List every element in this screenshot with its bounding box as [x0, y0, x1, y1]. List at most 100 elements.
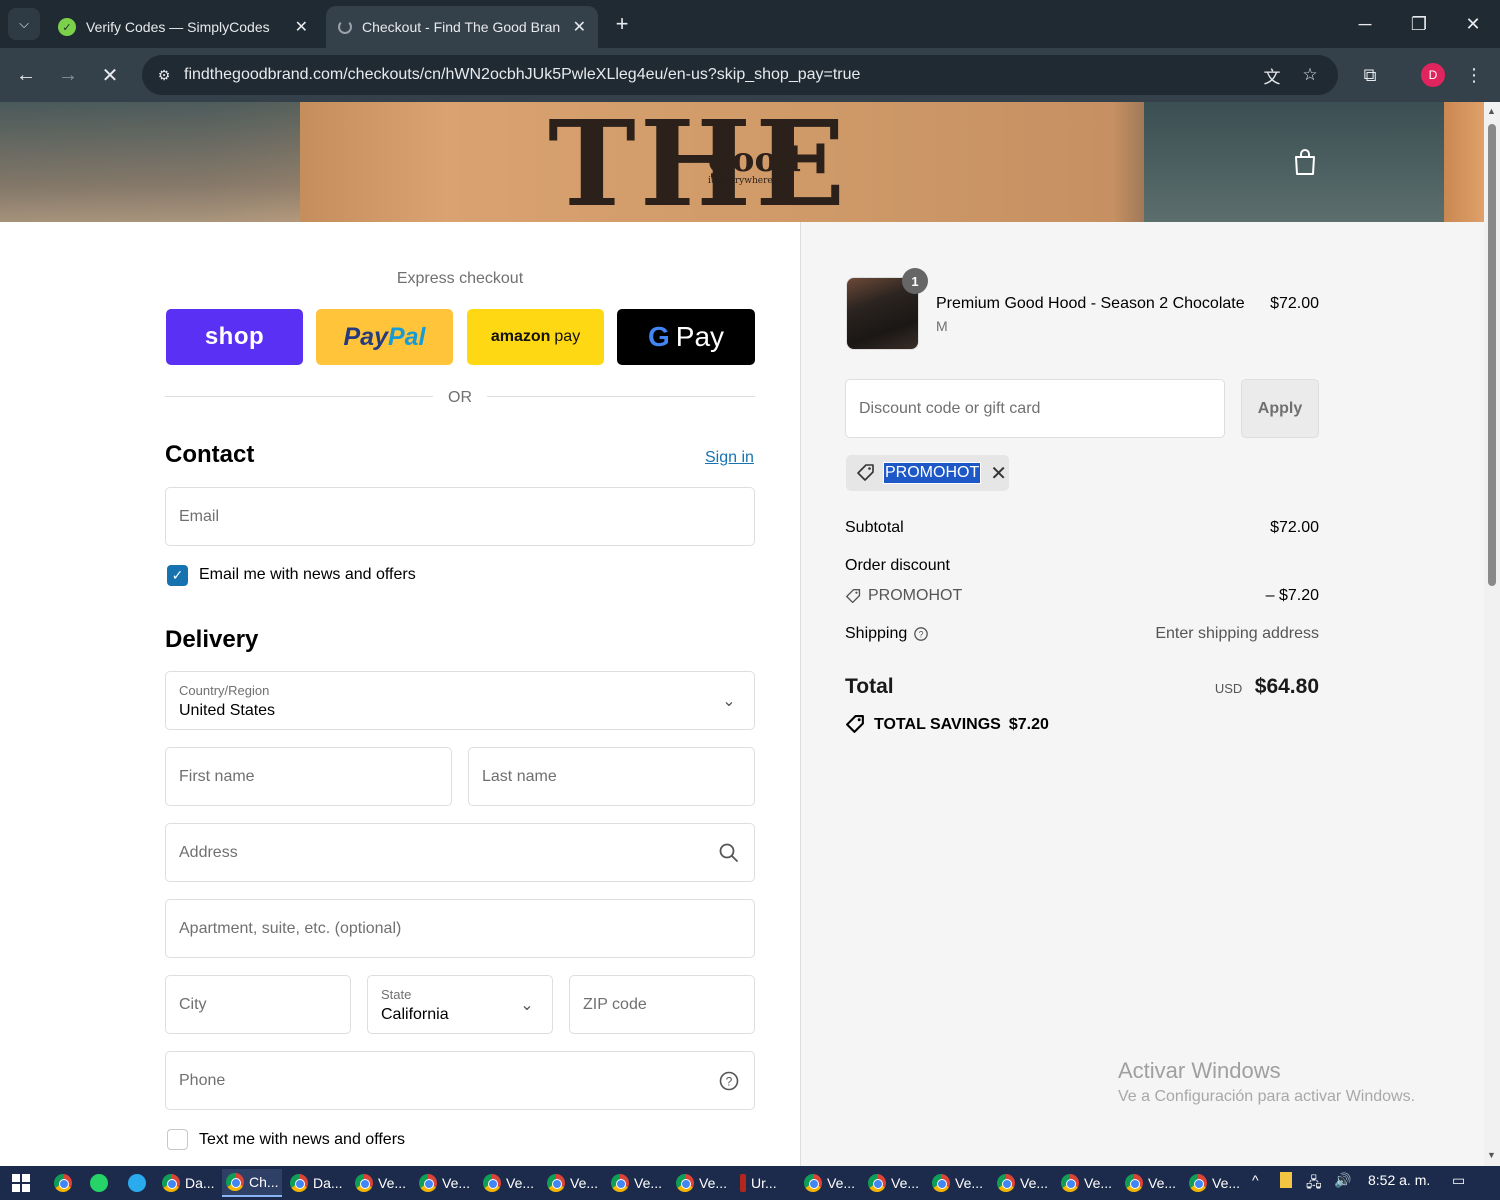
address-bar[interactable]: ⚙ findthegoodbrand.com/checkouts/cn/hWN2… — [142, 55, 1338, 95]
clock[interactable]: 8:52 a. m. — [1368, 1172, 1430, 1188]
new-tab-icon[interactable]: + — [608, 10, 636, 38]
discount-code-input[interactable]: Discount code or gift card — [845, 379, 1225, 438]
taskbar-telegram[interactable] — [124, 1169, 151, 1197]
window-close-icon[interactable]: ✕ — [1450, 8, 1496, 40]
bookmark-star-icon[interactable]: ☆ — [1298, 63, 1322, 87]
shop-pay-button[interactable]: shop — [166, 309, 303, 365]
site-settings-icon[interactable]: ⚙ — [146, 67, 182, 84]
taskbar-window[interactable]: Ve... — [479, 1169, 537, 1197]
tab-checkout[interactable]: Checkout - Find The Good Bran ✕ — [326, 6, 598, 48]
taskbar-window-label: Ve... — [634, 1175, 663, 1191]
taskbar-window[interactable]: Ch... — [222, 1169, 282, 1197]
zip-field[interactable]: ZIP code — [569, 975, 755, 1034]
state-select[interactable]: State California ⌄ — [367, 975, 553, 1034]
tab-close-icon[interactable]: ✕ — [295, 17, 308, 37]
extensions-puzzle-icon[interactable]: ⧉ — [1356, 61, 1384, 89]
scrollbar-thumb[interactable] — [1488, 124, 1496, 586]
tray-overflow-icon[interactable]: ^ — [1252, 1172, 1259, 1188]
notifications-icon[interactable]: ▭ — [1452, 1172, 1465, 1189]
taskbar-window[interactable]: Ur... — [736, 1169, 794, 1197]
browser-tabbar: ⌵ ✓ Verify Codes — SimplyCodes ✕ Checkou… — [0, 0, 1500, 48]
city-field[interactable]: City — [165, 975, 351, 1034]
apply-discount-button[interactable]: Apply — [1241, 379, 1319, 438]
address-field[interactable]: Address — [165, 823, 755, 882]
whatsapp-icon — [90, 1174, 108, 1192]
applied-discount-tag: PROMOHOT ✕ — [846, 455, 1009, 491]
last-name-field[interactable]: Last name — [468, 747, 755, 806]
taskbar-chrome[interactable] — [50, 1169, 77, 1197]
taskbar-window[interactable]: Ve... — [993, 1169, 1051, 1197]
profile-avatar[interactable]: D — [1421, 63, 1445, 87]
scroll-up-icon[interactable]: ▲ — [1487, 106, 1496, 116]
tab-search-chevron-icon[interactable]: ⌵ — [8, 8, 40, 40]
amazon-pay-button[interactable]: amazon pay — [467, 309, 604, 365]
taskbar-window[interactable]: Da... — [158, 1169, 216, 1197]
google-g-icon: G — [647, 321, 670, 352]
paypal-button[interactable]: Pay Pal — [316, 309, 453, 365]
chrome-icon — [1125, 1174, 1143, 1192]
windows-start-icon[interactable] — [12, 1174, 30, 1192]
apartment-field[interactable]: Apartment, suite, etc. (optional) — [165, 899, 755, 958]
first-name-field[interactable]: First name — [165, 747, 452, 806]
browser-menu-icon[interactable]: ⋮ — [1460, 61, 1488, 89]
order-discount-row: Order discount — [845, 557, 1319, 575]
divider — [487, 396, 755, 397]
email-field[interactable]: Email — [165, 487, 755, 546]
taskbar-window[interactable]: Da... — [286, 1169, 344, 1197]
remove-discount-icon[interactable]: ✕ — [990, 461, 1007, 486]
chrome-icon — [419, 1174, 437, 1192]
volume-icon[interactable]: 🔊 — [1334, 1172, 1351, 1189]
taskbar-whatsapp[interactable] — [86, 1169, 113, 1197]
tab-verify-codes[interactable]: ✓ Verify Codes — SimplyCodes ✕ — [46, 6, 320, 48]
product-price: $72.00 — [1270, 295, 1319, 312]
taskbar-window[interactable]: Ve... — [1057, 1169, 1115, 1197]
email-news-checkbox[interactable]: ✓ — [167, 565, 188, 586]
phone-field[interactable]: Phone ? — [165, 1051, 755, 1110]
delivery-heading: Delivery — [165, 626, 259, 653]
simplycodes-favicon-icon: ✓ — [58, 18, 76, 36]
translate-icon[interactable]: 文 — [1260, 63, 1284, 87]
tab-close-icon[interactable]: ✕ — [573, 17, 586, 37]
search-icon — [719, 843, 738, 862]
restore-icon[interactable]: ❐ — [1396, 8, 1442, 40]
taskbar-window[interactable]: Ve... — [1185, 1169, 1243, 1197]
cart-bag-icon[interactable] — [1292, 148, 1318, 176]
taskbar-window[interactable]: Ve... — [672, 1169, 730, 1197]
back-arrow-icon[interactable]: ← — [10, 59, 42, 91]
taskbar-window-label: Da... — [185, 1175, 215, 1191]
taskbar-window[interactable]: Ve... — [928, 1169, 986, 1197]
country-select[interactable]: Country/Region United States ⌄ — [165, 671, 755, 730]
url-text[interactable]: findthegoodbrand.com/checkouts/cn/hWN2oc… — [184, 66, 860, 84]
sms-news-checkbox[interactable] — [167, 1129, 188, 1150]
tab-title: Checkout - Find The Good Bran — [362, 19, 561, 35]
banner-wordmark: THE — [548, 102, 850, 223]
sign-in-link[interactable]: Sign in — [705, 449, 754, 467]
minimize-icon[interactable]: ─ — [1342, 8, 1388, 40]
tab-title: Verify Codes — SimplyCodes — [86, 19, 270, 35]
page-scrollbar[interactable]: ▲ ▼ — [1484, 102, 1500, 1166]
network-icon[interactable]: 🖧 — [1306, 1172, 1322, 1196]
taskbar-window[interactable]: Ve... — [351, 1169, 409, 1197]
store-logo[interactable]: good — [708, 140, 801, 180]
stop-loading-icon[interactable]: ✕ — [94, 59, 126, 91]
taskbar-window[interactable]: Ve... — [864, 1169, 922, 1197]
telegram-icon — [128, 1174, 146, 1192]
tag-icon — [846, 715, 864, 733]
taskbar-window[interactable]: Ve... — [1121, 1169, 1179, 1197]
taskbar-window[interactable]: Ve... — [543, 1169, 601, 1197]
taskbar-window[interactable]: Ve... — [800, 1169, 858, 1197]
help-circle-icon[interactable]: ? — [913, 626, 929, 642]
notes-icon[interactable] — [1280, 1172, 1292, 1188]
taskbar-window[interactable]: Ve... — [415, 1169, 473, 1197]
taskbar-window[interactable]: Ve... — [607, 1169, 665, 1197]
scroll-down-icon[interactable]: ▼ — [1487, 1150, 1496, 1160]
store-logo-tagline: itseverywhere — [708, 176, 773, 186]
help-circle-icon[interactable]: ? — [718, 1070, 740, 1092]
taskbar-window-label: Ve... — [378, 1175, 407, 1191]
google-pay-button[interactable]: G Pay — [617, 309, 755, 365]
taskbar-window-label: Ch... — [249, 1174, 279, 1190]
chrome-icon — [611, 1174, 629, 1192]
forward-arrow-icon[interactable]: → — [52, 59, 84, 91]
taskbar-window-label: Ve... — [1084, 1175, 1113, 1191]
chrome-icon — [932, 1174, 950, 1192]
